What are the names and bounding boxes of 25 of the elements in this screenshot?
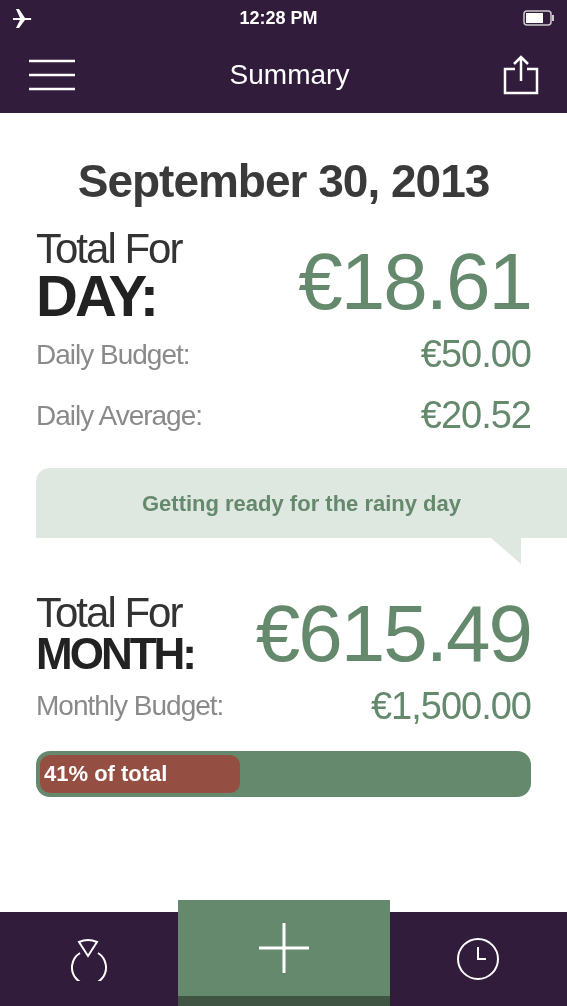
clock-icon (456, 937, 501, 981)
progress-fill: 41% of total (40, 754, 240, 793)
budget-amount: €50.00 (420, 332, 531, 378)
pie-chart-icon (68, 937, 109, 981)
total-label: Total For (36, 228, 182, 270)
screen-title: Summary (229, 57, 350, 92)
battery-icon (523, 10, 555, 26)
menu-icon[interactable] (28, 58, 76, 91)
message-text: Getting ready for the rainy day (141, 489, 462, 518)
budget-amount: €20.52 (420, 393, 531, 439)
period-label: MONTH: (36, 634, 194, 674)
airplane-icon (12, 8, 34, 28)
date-heading: September 30, 2013 (76, 154, 491, 209)
total-label: Total For (36, 592, 183, 635)
budget-amount: €1,500.00 (370, 683, 531, 729)
total-amount: €18.61 (298, 242, 531, 323)
plus-tab[interactable] (177, 900, 390, 1006)
budget-label: Monthly Budget: (36, 689, 224, 724)
period-label: DAY: (36, 270, 158, 323)
plus-icon (257, 922, 310, 974)
total-amount: €615.49 (255, 593, 531, 674)
status-time: 12:28 PM (239, 6, 318, 30)
share-icon[interactable] (503, 54, 539, 95)
budget-label: Daily Average: (36, 398, 203, 433)
budget-label: Daily Budget: (36, 337, 190, 372)
